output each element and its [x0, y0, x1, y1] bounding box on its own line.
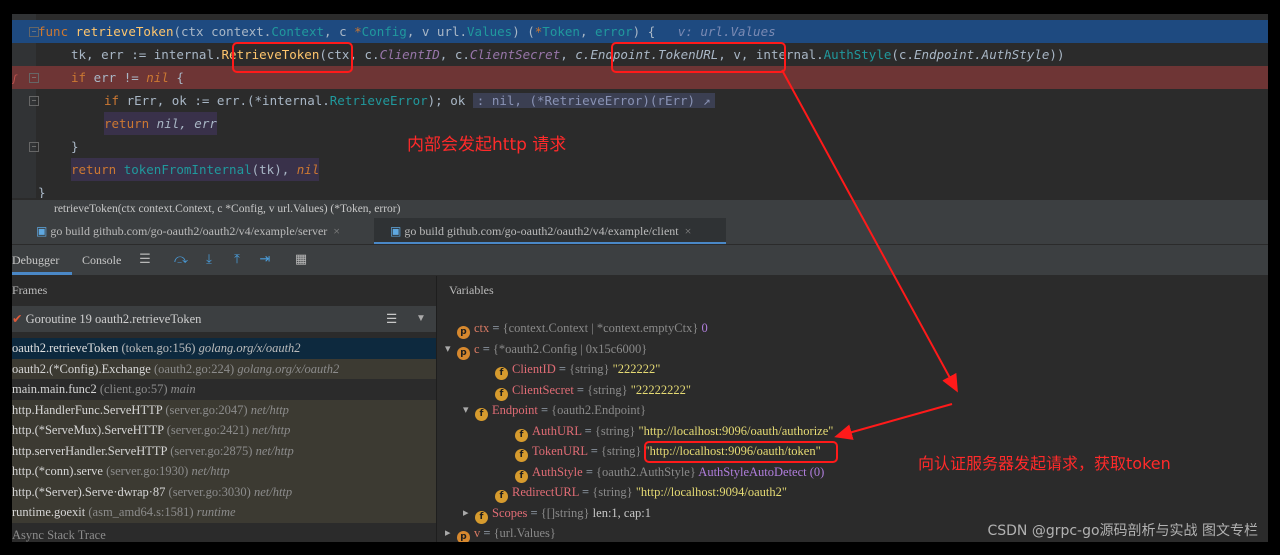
annotation-arrows: [781, 69, 958, 440]
arrow-to-value: [834, 403, 953, 440]
arrow-to-token-url: [781, 69, 958, 393]
goland-ide-window: − func retrieveToken(ctx context.Context…: [12, 14, 1268, 542]
